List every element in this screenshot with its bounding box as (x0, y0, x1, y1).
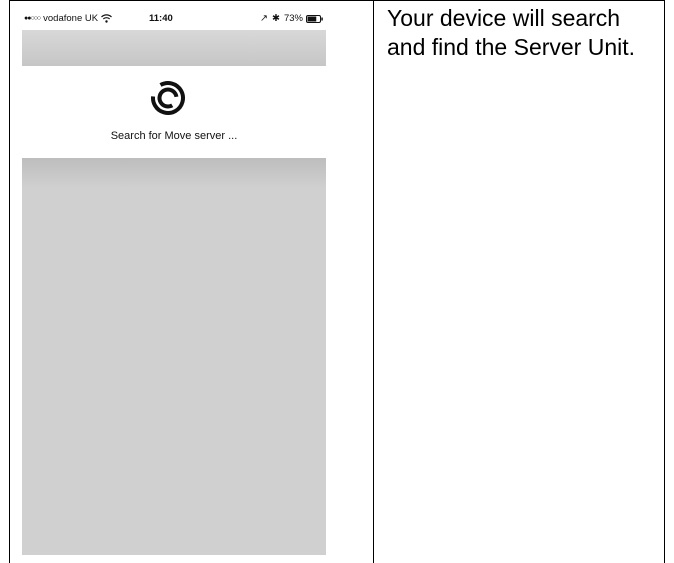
instruction-text: Your device will search and find the Ser… (387, 5, 636, 60)
phone-screenshot: ●●○○○ vodafone UK 11:40 ↗ ✱ 73% Search f… (22, 8, 326, 555)
search-status-label: Search for Move server ... (110, 130, 238, 142)
status-bar: ●●○○○ vodafone UK 11:40 ↗ ✱ 73% (22, 8, 326, 30)
status-right: ↗ ✱ 73% (260, 13, 324, 24)
battery-percent: 73% (283, 13, 303, 24)
signal-strength: ●●○○○ (24, 15, 41, 22)
status-time: 11:40 (149, 13, 173, 24)
navigation-bar (22, 30, 326, 66)
carrier-name: vodafone UK (43, 13, 99, 24)
spinner-icon (150, 80, 186, 116)
search-panel: Search for Move server ... (22, 66, 326, 158)
location-arrow-icon: ↗ (260, 13, 269, 24)
content-area (22, 158, 326, 188)
bluetooth-icon: ✱ (272, 13, 280, 24)
wifi-icon (101, 14, 113, 23)
battery-icon (306, 14, 324, 23)
status-left: ●●○○○ vodafone UK (24, 13, 113, 24)
column-divider (373, 0, 374, 563)
